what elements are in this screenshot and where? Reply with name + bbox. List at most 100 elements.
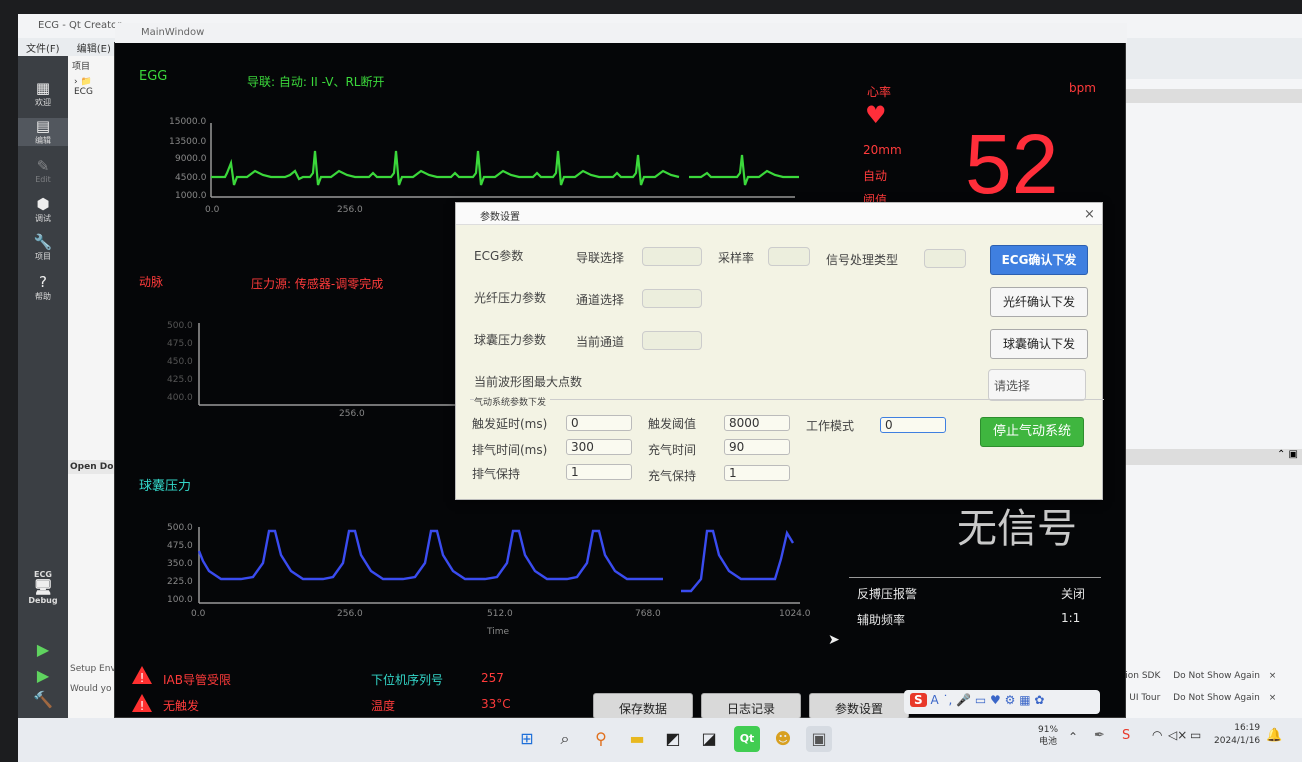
assist-ratio-label: 辅助频率: [857, 613, 906, 627]
qt-project-panel: 项目 › 📁 ECG Open Do Setup Env Would yo: [68, 56, 118, 720]
dialog-title: 参数设置: [480, 212, 520, 223]
artery-source: 压力源: 传感器-调零完成: [251, 277, 384, 291]
close-icon[interactable]: ×: [1269, 693, 1277, 703]
warning-icon: !: [131, 693, 153, 713]
work-mode-input[interactable]: 0: [880, 417, 946, 433]
app-icon-2[interactable]: ◪: [696, 726, 722, 752]
heart-rate-label: 心率: [867, 85, 892, 99]
exhaust-time-input[interactable]: 300: [566, 439, 632, 455]
mouse-cursor-icon: ➤: [828, 632, 840, 648]
start-icon[interactable]: ⊞: [514, 726, 540, 752]
mode-welcome[interactable]: ▦ 欢迎: [18, 80, 68, 108]
kit-selector[interactable]: ECG 🖥 Debug: [18, 570, 68, 605]
mode-design[interactable]: ✎ Edit: [18, 157, 68, 185]
grid-icon: ▦: [35, 79, 51, 97]
pencil-icon: ✎: [36, 157, 50, 175]
artery-ytick: 475.0: [167, 339, 193, 349]
balloon-ytick: 350.0: [167, 559, 193, 569]
run-icon[interactable]: ▶: [18, 640, 68, 659]
balloon-confirm-button[interactable]: 球囊确认下发: [990, 329, 1088, 359]
panel-toolbar: ⌃ ▣: [1126, 449, 1302, 465]
exhaust-hold-input[interactable]: 1: [566, 464, 632, 480]
mode-projects[interactable]: 🔧 项目: [18, 234, 68, 262]
serial-label: 下位机序列号: [371, 673, 444, 687]
lead-select-combo[interactable]: [642, 247, 702, 266]
balloon-ytick: 225.0: [167, 577, 193, 587]
no-signal-text: 无信号: [957, 506, 1077, 552]
chevron-up-icon[interactable]: ⌃: [1068, 730, 1078, 744]
clock[interactable]: 16:19 2024/1/16: [1214, 722, 1260, 748]
project-item[interactable]: › 📁 ECG: [68, 75, 117, 99]
channel-select-label: 通道选择: [576, 293, 625, 307]
battery-indicator[interactable]: 91% 电池: [1038, 724, 1058, 748]
open-documents-header: Open Do: [68, 460, 118, 474]
artery-chart: [198, 323, 475, 406]
notification-bell-icon[interactable]: 🔔: [1266, 728, 1282, 743]
balloon-ytick: 100.0: [167, 595, 193, 605]
balloon-waveform: [197, 529, 663, 581]
trigger-threshold-input[interactable]: 8000: [724, 415, 790, 431]
build-hammer-icon[interactable]: 🔨: [18, 690, 68, 709]
search-app-icon[interactable]: ⚲: [588, 726, 614, 752]
sogou-icon[interactable]: S: [910, 693, 927, 707]
dont-show-again-2[interactable]: Do Not Show Again: [1173, 693, 1260, 703]
trigger-delay-input[interactable]: 0: [566, 415, 632, 431]
mode-edit[interactable]: ▤ 编辑: [18, 118, 68, 146]
ecg-ytick: 9000.0: [175, 154, 207, 164]
channel-select-combo[interactable]: [642, 289, 702, 308]
pneumatic-group-label: 气动系统参数下发: [474, 395, 551, 408]
heart-rate-value: 52: [965, 117, 1059, 211]
volume-icon[interactable]: ◁×: [1168, 728, 1187, 742]
app-icon-3[interactable]: ☻: [770, 726, 796, 752]
stop-pneumatic-button[interactable]: 停止气动系统: [980, 417, 1084, 447]
monitor-icon: 🖥: [33, 578, 53, 596]
inflate-hold-input[interactable]: 1: [724, 465, 790, 481]
svg-text:!: !: [140, 671, 145, 685]
ime-icons[interactable]: A ˙, 🎤 ▭ ♥ ⚙ ▦ ✿: [930, 693, 1044, 707]
artery-ytick: 500.0: [167, 321, 193, 331]
balloon-xtick: 0.0: [191, 609, 206, 619]
current-channel-combo[interactable]: [642, 331, 702, 350]
taskbar: ⊞ ⌕ ⚲ ▬ ◩ ◪ Qt ☻ ▣ 91% 电池 ⌃ ✒ S ◠ ◁× ▭ 16…: [18, 718, 1302, 762]
menu-file[interactable]: 文件(F): [26, 44, 60, 55]
sogou-tray-icon[interactable]: S: [1122, 728, 1130, 743]
debug-run-icon[interactable]: ▶: [18, 666, 68, 685]
close-icon[interactable]: ×: [1269, 671, 1277, 681]
ecg-ytick: 15000.0: [169, 117, 207, 127]
log-record-button[interactable]: 日志记录: [701, 693, 801, 719]
max-points-select[interactable]: 请选择: [988, 369, 1086, 401]
balloon-label: 球囊压力: [139, 479, 192, 494]
counterpulse-alarm-label: 反搏压报警: [857, 587, 918, 601]
menu-edit[interactable]: 编辑(E): [77, 44, 111, 55]
inflate-time-input[interactable]: 90: [724, 439, 790, 455]
close-icon[interactable]: ×: [1084, 207, 1095, 222]
param-settings-button[interactable]: 参数设置: [809, 693, 909, 719]
pen-icon[interactable]: ✒: [1094, 728, 1105, 743]
wifi-icon[interactable]: ◠: [1152, 728, 1162, 742]
search-icon[interactable]: ⌕: [552, 726, 578, 752]
file-explorer-icon[interactable]: ▬: [624, 726, 650, 752]
mode-debug[interactable]: ⬢ 调试: [18, 196, 68, 224]
battery-icon[interactable]: ▭: [1190, 728, 1201, 742]
qt-creator-icon[interactable]: Qt: [734, 726, 760, 752]
qt-title: ECG - Qt Creator: [38, 20, 122, 31]
signal-type-combo[interactable]: [924, 249, 966, 268]
ecg-xtick: 256.0: [337, 205, 363, 215]
exhaust-hold-label: 排气保持: [472, 467, 521, 481]
app-icon-1[interactable]: ◩: [660, 726, 686, 752]
ime-toolbar[interactable]: S A ˙, 🎤 ▭ ♥ ⚙ ▦ ✿: [904, 690, 1100, 714]
mode-help[interactable]: ? 帮助: [18, 274, 68, 302]
ecg-lead-info: 导联: 自动: II -V、RL断开: [247, 75, 385, 89]
current-channel-label: 当前通道: [576, 335, 625, 349]
balloon-ytick: 500.0: [167, 523, 193, 533]
sample-rate-combo[interactable]: [768, 247, 810, 266]
fiber-confirm-button[interactable]: 光纤确认下发: [990, 287, 1088, 317]
dont-show-again-1[interactable]: Do Not Show Again: [1173, 671, 1260, 681]
heart-icon: ♥: [865, 101, 887, 129]
heart-rate-mode: 自动: [863, 169, 888, 183]
balloon-chart: [197, 527, 800, 604]
ecg-ytick: 1000.0: [175, 191, 207, 201]
mainwindow-task-icon[interactable]: ▣: [806, 726, 832, 752]
ecg-confirm-button[interactable]: ECG确认下发: [990, 245, 1088, 275]
save-data-button[interactable]: 保存数据: [593, 693, 693, 719]
